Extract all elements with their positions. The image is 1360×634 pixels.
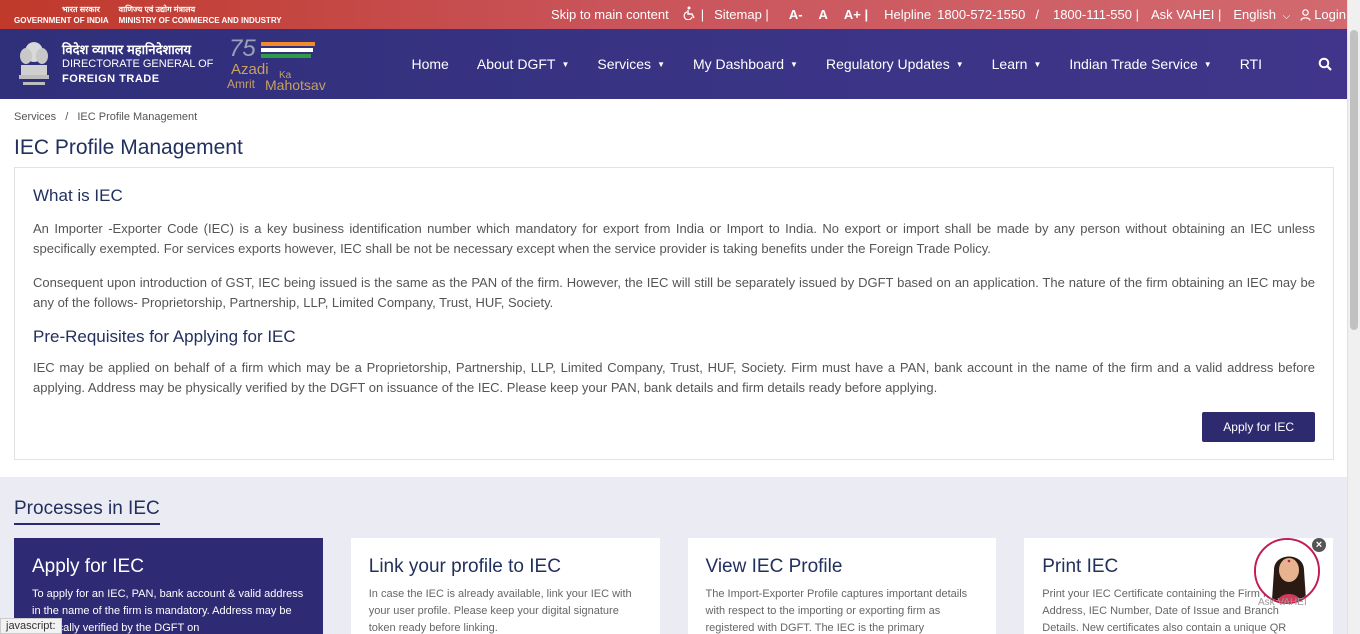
iec-info-card: What is IEC An Importer -Exporter Code (… <box>14 167 1334 460</box>
chatbot-avatar-icon[interactable] <box>1254 538 1320 604</box>
page-scrollbar[interactable] <box>1347 0 1360 634</box>
sitemap-link[interactable]: Sitemap | <box>714 7 769 22</box>
nav-label: RTI <box>1239 56 1262 72</box>
logo-75: 75 <box>229 35 256 62</box>
search-icon <box>1318 57 1332 71</box>
breadcrumb-separator: / <box>65 111 69 123</box>
process-card-view-profile[interactable]: View IEC Profile The Import-Exporter Pro… <box>687 538 997 634</box>
nav-learn[interactable]: Learn ▼ <box>978 56 1056 72</box>
nav-label: Services <box>597 56 652 72</box>
close-icon[interactable]: × <box>1312 538 1326 552</box>
helpline-label: Helpline <box>884 7 932 22</box>
government-branding: भारत सरकार GOVERNMENT OF INDIA वाणिज्य ए… <box>14 4 282 26</box>
browser-status-bar: javascript: <box>0 618 62 634</box>
gov-hindi: भारत सरकार <box>62 4 100 14</box>
nav-label: Learn <box>991 56 1028 72</box>
prerequisites-heading: Pre-Requisites for Applying for IEC <box>33 327 296 346</box>
caret-down-icon: ▼ <box>1033 59 1042 69</box>
process-card-title: Link your profile to IEC <box>368 556 561 577</box>
brand-line-2: FOREIGN TRADE <box>62 72 160 85</box>
nav-label: About DGFT <box>476 56 556 72</box>
page-title: IEC Profile Management <box>14 136 243 159</box>
process-cards: Apply for IEC To apply for an IEC, PAN, … <box>14 538 1333 634</box>
nav-home[interactable]: Home <box>398 56 463 72</box>
brand-hindi: विदेश व्यापार महानिदेशालय <box>62 41 192 57</box>
process-card-title: Apply for IEC <box>32 556 144 577</box>
logo-mahotsav: Mahotsav <box>265 77 326 93</box>
caret-down-icon: ▼ <box>955 59 964 69</box>
processes-heading: Processes in IEC <box>14 498 160 525</box>
process-card-text: In case the IEC is already available, li… <box>368 588 632 634</box>
font-normal-button[interactable]: A <box>819 7 828 22</box>
nav-label: Regulatory Updates <box>825 56 950 72</box>
process-card-text: The Import-Exporter Profile captures imp… <box>705 588 968 634</box>
ask-vahei-chat-widget[interactable]: × Ask VAHEI <box>1252 538 1332 618</box>
nav-label: My Dashboard <box>692 56 785 72</box>
gov-english: GOVERNMENT OF INDIA <box>14 15 109 25</box>
nav-indian-trade-service[interactable]: Indian Trade Service ▼ <box>1055 56 1225 72</box>
caret-down-icon: ▼ <box>1203 59 1212 69</box>
helpline-separator: / <box>1035 7 1039 22</box>
utility-links: Skip to main content | Sitemap | A- A A+… <box>551 6 1346 23</box>
apply-for-iec-button[interactable]: Apply for IEC <box>1202 412 1315 442</box>
chevron-down-icon: ⌵ <box>1282 11 1291 22</box>
what-is-iec-para-1: An Importer -Exporter Code (IEC) is a ke… <box>33 221 1315 256</box>
nav-label: Home <box>411 56 449 72</box>
process-card-title: View IEC Profile <box>705 556 843 577</box>
caret-down-icon: ▼ <box>790 59 798 69</box>
top-utility-bar: भारत सरकार GOVERNMENT OF INDIA वाणिज्य ए… <box>0 0 1360 29</box>
brand[interactable]: विदेश व्यापार महानिदेशालय DIRECTORATE GE… <box>14 34 388 94</box>
brand-text: विदेश व्यापार महानिदेशालय DIRECTORATE GE… <box>62 42 213 87</box>
national-emblem-icon <box>14 37 54 91</box>
scrollbar-thumb[interactable] <box>1350 30 1358 330</box>
login-link[interactable]: Login <box>1300 7 1346 22</box>
language-value: English <box>1233 7 1276 22</box>
helpline-number-1[interactable]: 1800-572-1550 <box>937 7 1025 22</box>
ministry-english: MINISTRY OF COMMERCE AND INDUSTRY <box>118 15 282 25</box>
main-nav: Home About DGFT ▼ Services ▼ My Dashboard ▼… <box>398 56 1347 72</box>
ask-vahei-link[interactable]: Ask VAHEI | <box>1151 7 1221 22</box>
ministry-hindi: वाणिज्य एवं उद्योग मंत्रालय <box>118 4 196 14</box>
process-card-text: To apply for an IEC, PAN, bank account &… <box>32 588 304 634</box>
language-select[interactable]: English ⌵ <box>1233 7 1290 22</box>
caret-down-icon: ▼ <box>561 59 570 69</box>
nav-label: Indian Trade Service <box>1069 56 1198 72</box>
brand-line-1: DIRECTORATE GENERAL OF <box>62 57 214 70</box>
main-navbar: विदेश व्यापार महानिदेशालय DIRECTORATE GE… <box>0 29 1360 99</box>
caret-down-icon: ▼ <box>657 59 665 69</box>
breadcrumb: Services / IEC Profile Management <box>0 99 1360 127</box>
process-card-link-profile[interactable]: Link your profile to IEC In case the IEC… <box>350 538 660 634</box>
chat-label: Ask VAHEI <box>1258 597 1307 608</box>
nav-about-dgft[interactable]: About DGFT ▼ <box>463 56 584 72</box>
skip-to-main-link[interactable]: Skip to main content <box>551 7 669 22</box>
what-is-iec-para-2: Consequent upon introduction of GST, IEC… <box>33 275 1315 310</box>
logo-azadi: Azadi <box>231 61 269 78</box>
nav-rti[interactable]: RTI <box>1226 56 1276 72</box>
prerequisites-para: IEC may be applied on behalf of a firm w… <box>33 360 1315 395</box>
helpline-number-2[interactable]: 1800-111-550 | <box>1053 7 1139 22</box>
breadcrumb-current: IEC Profile Management <box>77 111 198 123</box>
nav-regulatory-updates[interactable]: Regulatory Updates ▼ <box>812 56 978 72</box>
accessibility-icon[interactable] <box>683 6 697 23</box>
apply-wrap: Apply for IEC <box>33 412 1315 442</box>
font-increase-button[interactable]: A+ | <box>844 7 868 22</box>
processes-section: Processes in IEC Apply for IEC To apply … <box>0 477 1347 634</box>
search-button[interactable] <box>1304 57 1346 71</box>
nav-my-dashboard[interactable]: My Dashboard ▼ <box>679 56 812 72</box>
logo-amrit: Amrit <box>227 77 256 91</box>
divider: | <box>700 7 705 22</box>
azadi-ka-amrit-mahotsav-logo: 75 Azadi Ka Amrit Mahotsav <box>225 34 340 94</box>
nav-services[interactable]: Services ▼ <box>583 56 679 72</box>
user-icon <box>1300 8 1311 21</box>
breadcrumb-services[interactable]: Services <box>14 111 56 123</box>
login-label: Login <box>1314 7 1346 22</box>
what-is-iec-heading: What is IEC <box>33 186 123 205</box>
font-decrease-button[interactable]: A- <box>789 7 803 22</box>
